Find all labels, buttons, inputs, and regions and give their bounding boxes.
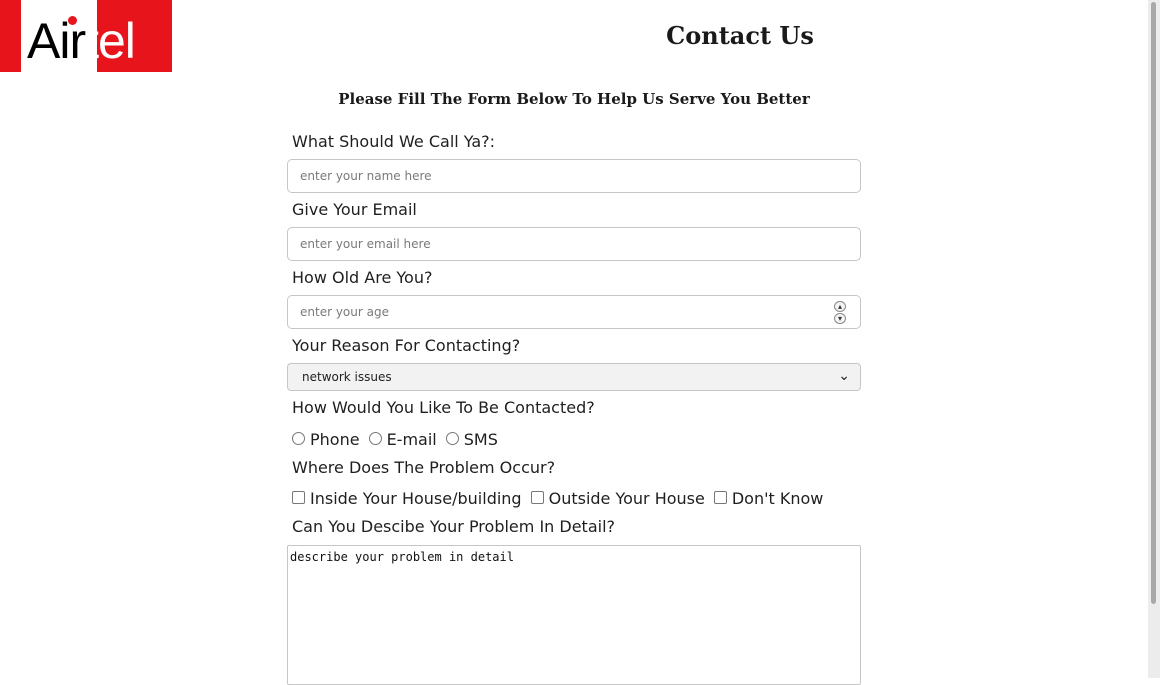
chevron-up-icon[interactable]: ▴ <box>834 301 846 312</box>
reason-select[interactable]: network issues ⌄ <box>287 363 861 391</box>
logo-wordmark: Airtel <box>27 13 136 69</box>
reason-selected-value: network issues <box>302 370 392 384</box>
problem-location-label: Where Does The Problem Occur? <box>292 458 556 477</box>
chevron-down-icon[interactable]: ▾ <box>834 313 846 324</box>
name-label: What Should We Call Ya?: <box>292 132 496 151</box>
age-stepper[interactable]: ▴ ▾ <box>834 299 848 325</box>
radio-phone[interactable] <box>292 431 305 445</box>
chevron-down-icon: ⌄ <box>838 368 850 384</box>
contact-method-label: How Would You Like To Be Contacted? <box>292 398 595 417</box>
details-textarea[interactable] <box>287 545 861 685</box>
age-label: How Old Are You? <box>292 268 433 287</box>
radio-email[interactable] <box>368 431 382 445</box>
radio-email-label[interactable]: E-mail <box>387 430 437 450</box>
logo-red-band-left <box>0 0 21 72</box>
checkbox-outside-house-label[interactable]: Outside Your House <box>549 489 705 509</box>
checkbox-inside-house-label[interactable]: Inside Your House/building <box>310 489 522 509</box>
radio-sms-label[interactable]: SMS <box>464 430 498 450</box>
checkbox-dont-know[interactable] <box>713 490 727 504</box>
problem-location-options: Inside Your House/building Outside Your … <box>292 487 832 509</box>
checkbox-inside-house[interactable] <box>292 490 305 504</box>
checkbox-dont-know-label[interactable]: Don't Know <box>732 489 824 509</box>
radio-phone-label[interactable]: Phone <box>310 430 360 450</box>
form-subtitle: Please Fill The Form Below To Help Us Se… <box>338 90 810 108</box>
age-input[interactable] <box>287 295 861 329</box>
radio-sms[interactable] <box>445 431 459 445</box>
contact-method-options: Phone E-mail SMS <box>292 428 507 450</box>
page-title: Contact Us <box>666 21 814 50</box>
name-input[interactable] <box>287 159 861 193</box>
logo-dot <box>68 16 77 25</box>
reason-label: Your Reason For Contacting? <box>292 336 521 355</box>
email-label: Give Your Email <box>292 200 417 219</box>
details-label: Can You Descibe Your Problem In Detail? <box>292 517 616 536</box>
email-input[interactable] <box>287 227 861 261</box>
page-scrollbar[interactable] <box>1148 0 1160 678</box>
checkbox-outside-house[interactable] <box>530 490 544 504</box>
scrollbar-thumb[interactable] <box>1151 2 1156 604</box>
airtel-logo[interactable]: Airtel <box>0 0 172 72</box>
logo-text-part2: tel <box>85 13 136 69</box>
